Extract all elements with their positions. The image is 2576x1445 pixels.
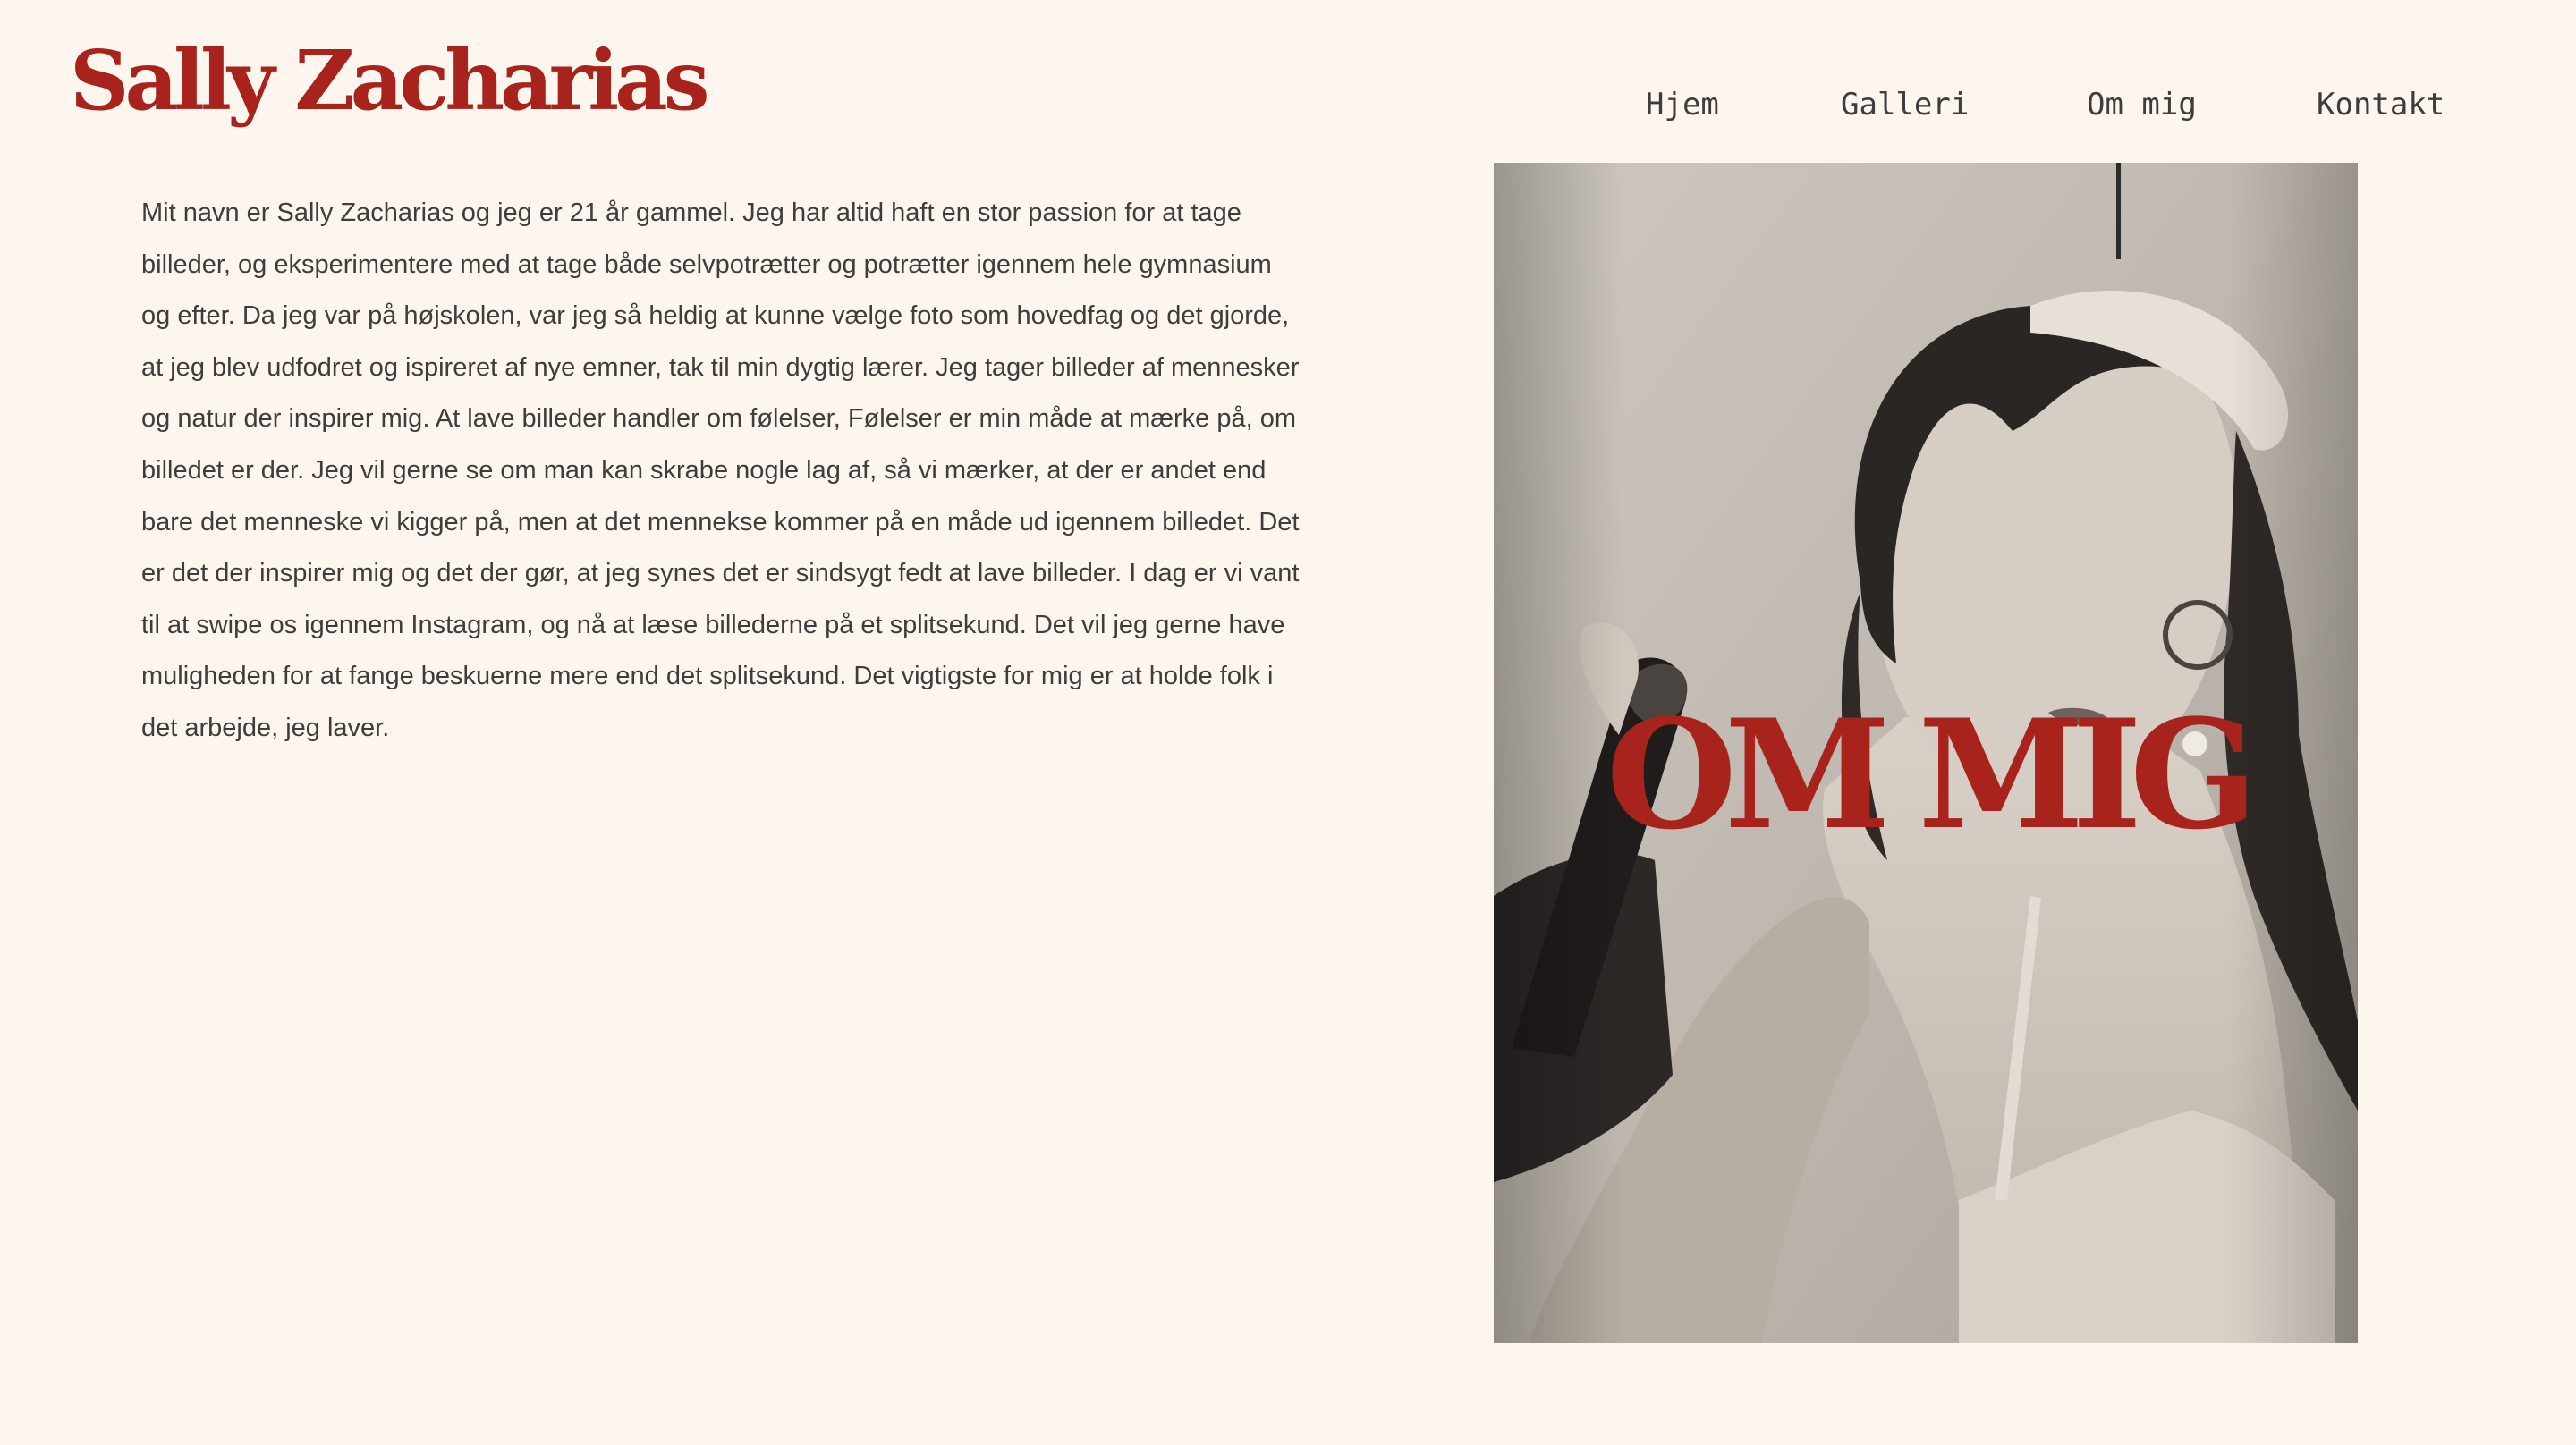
- about-text: Mit navn er Sally Zacharias og jeg er 21…: [141, 199, 1300, 742]
- nav-link-galleri[interactable]: Galleri: [1841, 84, 1969, 125]
- nav-link-hjem[interactable]: Hjem: [1646, 84, 1719, 125]
- portrait-photo: OM MIG: [1494, 163, 2358, 1343]
- main-nav: Hjem Galleri Om mig Kontakt: [1610, 84, 2469, 125]
- nav-link-om-mig[interactable]: Om mig: [2087, 84, 2197, 125]
- nav-link-kontakt[interactable]: Kontakt: [2317, 84, 2445, 125]
- site-title[interactable]: Sally Zacharias: [70, 33, 710, 129]
- about-heading: OM MIG: [1606, 686, 2258, 863]
